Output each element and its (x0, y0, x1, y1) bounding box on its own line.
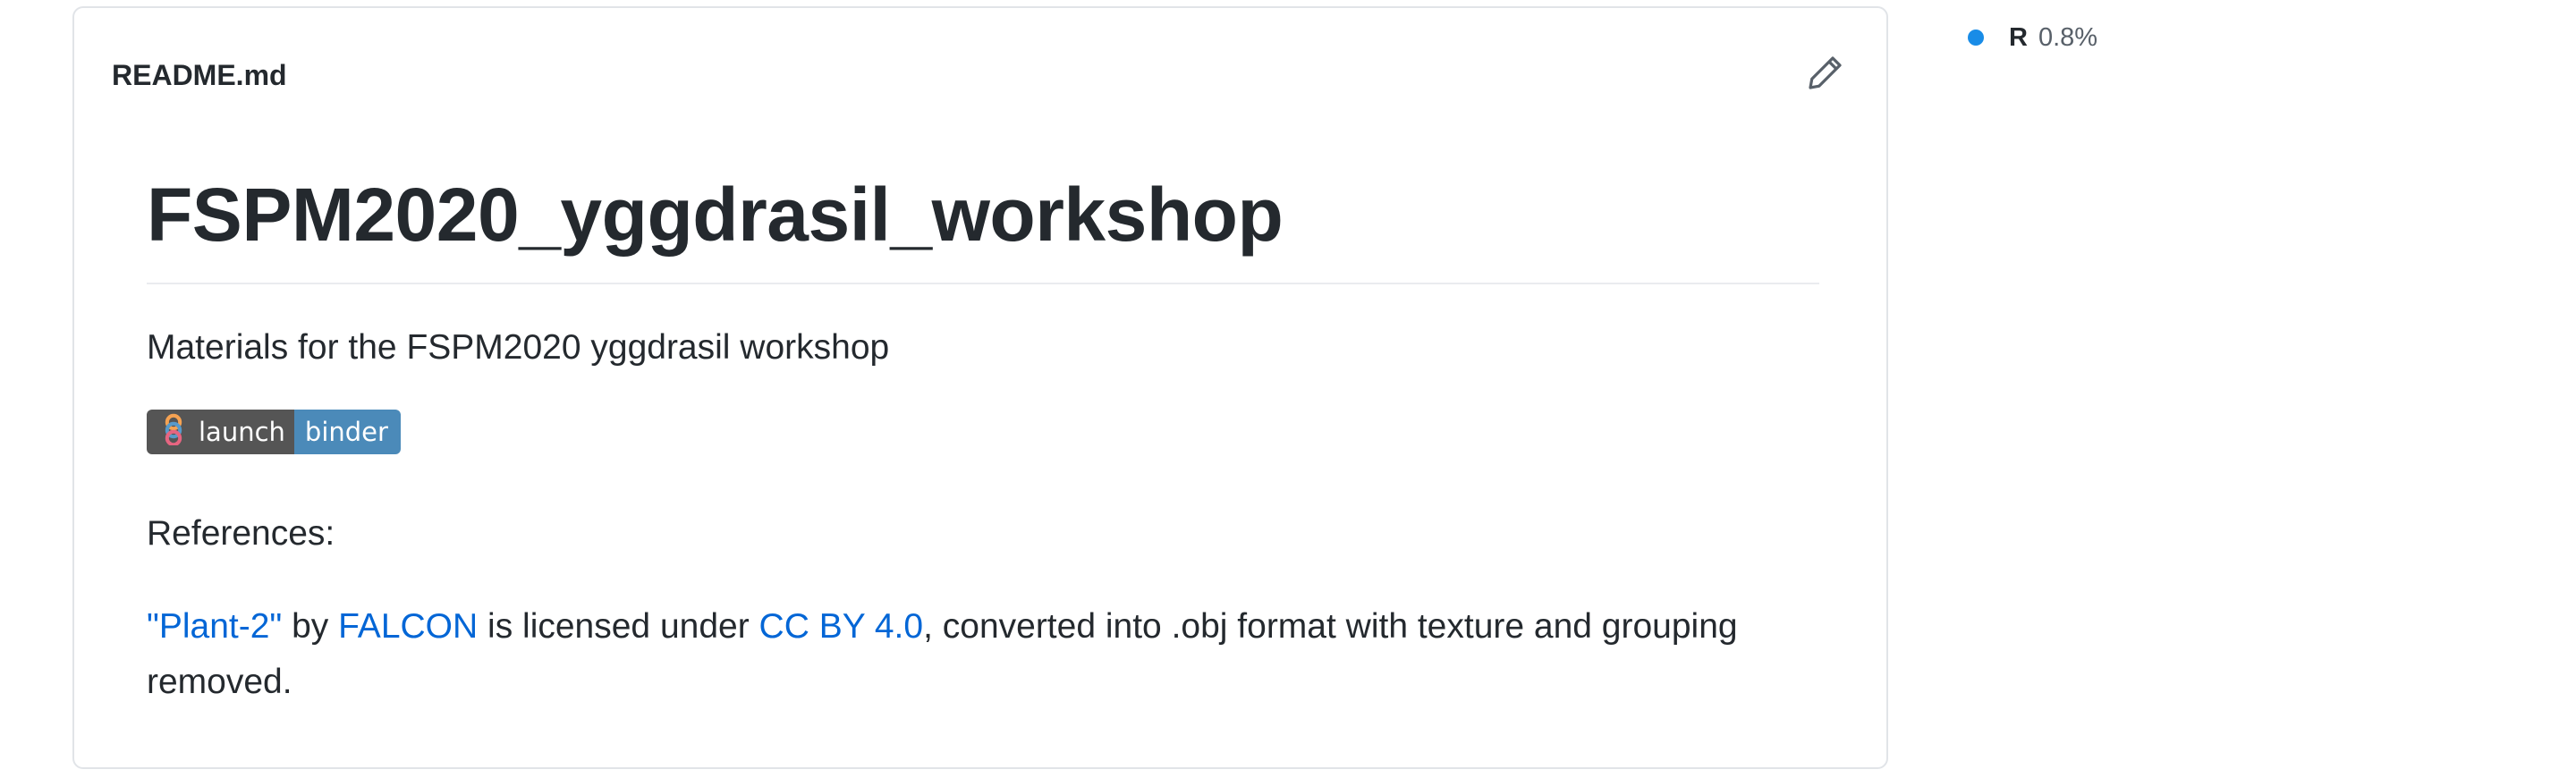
plant-2-link[interactable]: "Plant-2" (147, 607, 282, 646)
pencil-icon (1808, 55, 1843, 95)
readme-panel: README.md FSPM2020_yggdrasil_workshop Ma… (72, 6, 1888, 769)
badge-right: binder (293, 410, 401, 454)
language-percent: 0.8% (2038, 23, 2098, 52)
references-heading: References: (147, 514, 335, 553)
readme-header: README.md (74, 8, 1886, 133)
language-color-dot (1968, 30, 1984, 46)
binder-logo-icon (159, 413, 199, 452)
badge-left: launch (147, 410, 294, 454)
launch-binder-badge[interactable]: launch binder (147, 410, 401, 454)
readme-description: Materials for the FSPM2020 yggdrasil wor… (147, 328, 890, 367)
edit-file-button[interactable] (1802, 51, 1849, 97)
falcon-link[interactable]: FALCON (338, 607, 478, 646)
readme-filename: README.md (112, 59, 287, 91)
language-item-r[interactable]: R 0.8% (1968, 20, 2097, 55)
language-name: R (2009, 23, 2028, 52)
license-text-by: by (282, 607, 339, 646)
cc-by-link[interactable]: CC BY 4.0 (759, 607, 924, 646)
readme-title: FSPM2020_yggdrasil_workshop (147, 173, 1284, 257)
badge-left-label: launch (199, 417, 285, 447)
title-divider (147, 283, 1819, 284)
license-paragraph: "Plant-2" by FALCON is licensed under CC… (147, 599, 1846, 710)
license-text-licensed: is licensed under (478, 607, 759, 646)
badge-right-label: binder (304, 417, 388, 447)
